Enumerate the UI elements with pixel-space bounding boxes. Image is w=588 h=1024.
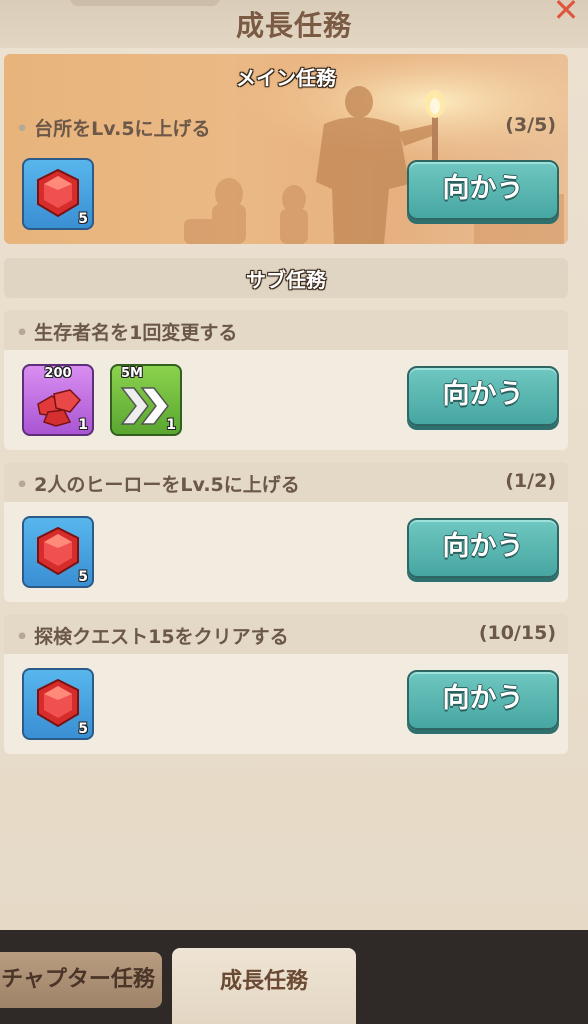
main-task-text: • 台所をLv.5に上げる	[16, 114, 211, 141]
reward-qty: 5	[78, 721, 88, 737]
sub-task-label: 2人のヒーローをLv.5に上げる	[34, 474, 300, 496]
close-icon[interactable]: ✕	[550, 0, 582, 26]
page-title: 成長任務	[235, 9, 352, 42]
bullet-icon: •	[16, 626, 29, 648]
bullet-icon: •	[16, 118, 29, 140]
reward-qty: 5	[78, 569, 88, 585]
sub-task-card: • 2人のヒーローをLv.5に上げる (1/2) 5 向かう	[4, 462, 568, 602]
sub-task-card: • 生存者名を1回変更する 200 1 5M 1 向かう	[4, 310, 568, 450]
tab-growth-missions[interactable]: 成長任務	[172, 948, 356, 1024]
ruby-pile-icon[interactable]: 200 1	[22, 364, 94, 436]
bullet-icon: •	[16, 474, 29, 496]
main-task-progress: (3/5)	[505, 114, 556, 136]
reward-amount: 5M	[121, 366, 143, 381]
ruby-gem-icon[interactable]: 5	[22, 516, 94, 588]
sub-task-label: 生存者名を1回変更する	[34, 322, 238, 344]
reward-qty: 1	[78, 417, 88, 433]
tab-chapter-missions[interactable]: チャプター任務	[0, 952, 162, 1008]
sub-task-text: • 探検クエスト15をクリアする	[16, 622, 289, 649]
bullet-icon: •	[16, 322, 29, 344]
main-go-button[interactable]: 向かう	[407, 160, 559, 220]
sub-task-progress: (1/2)	[505, 470, 556, 492]
mission-panel: 成長任務 ✕ メイン任務 • 台所をLv.5に上げる (3/5) 5 向かう サ…	[0, 0, 588, 940]
sub-task-label: 探検クエスト15をクリアする	[34, 626, 289, 648]
main-section-title: メイン任務	[236, 66, 336, 90]
sub-section-title: サブ任務	[246, 268, 326, 292]
sub-go-button[interactable]: 向かう	[407, 670, 559, 730]
sub-section-bar: サブ任務	[4, 258, 568, 298]
reward-qty: 5	[78, 211, 88, 227]
sub-go-button[interactable]: 向かう	[407, 366, 559, 426]
sub-task-progress: (10/15)	[478, 622, 556, 644]
reward-amount: 200	[44, 366, 72, 381]
ruby-gem-icon[interactable]: 5	[22, 668, 94, 740]
sub-task-text: • 2人のヒーローをLv.5に上げる	[16, 470, 300, 497]
ruby-gem-icon[interactable]: 5	[22, 158, 94, 230]
reward-qty: 1	[166, 417, 176, 433]
main-task-label: 台所をLv.5に上げる	[34, 118, 211, 140]
sub-go-button[interactable]: 向かう	[407, 518, 559, 578]
sub-task-card: • 探検クエスト15をクリアする (10/15) 5 向かう	[4, 614, 568, 754]
sub-task-text: • 生存者名を1回変更する	[16, 318, 237, 345]
speedup-5m-icon[interactable]: 5M 1	[110, 364, 182, 436]
main-mission-card: メイン任務 • 台所をLv.5に上げる (3/5) 5 向かう	[4, 54, 568, 244]
